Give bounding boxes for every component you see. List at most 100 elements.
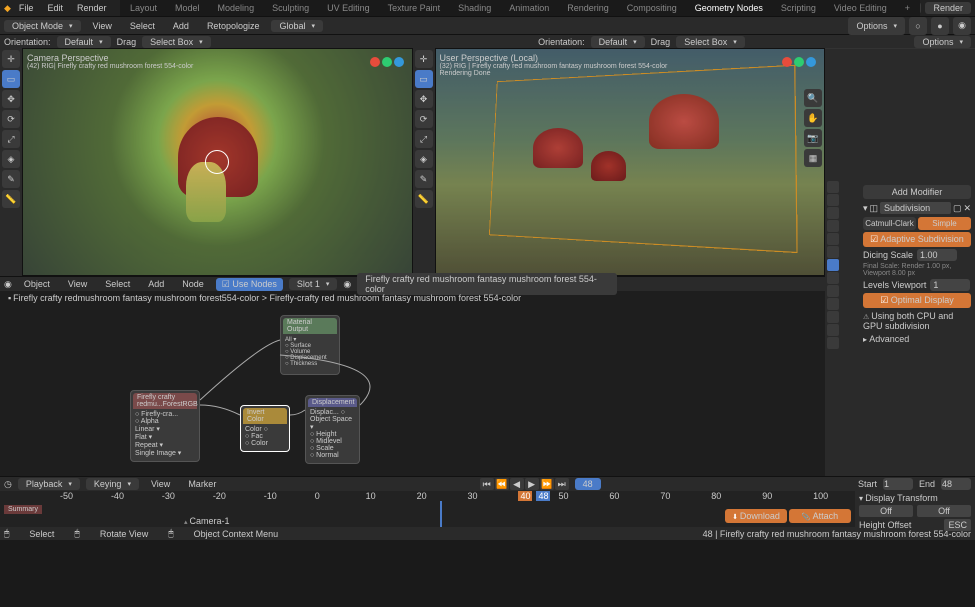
shading-wire-icon[interactable]: ○ xyxy=(909,17,927,35)
node-invert[interactable]: Invert Color Color ○○ Fac○ Color xyxy=(240,405,290,452)
shading-solid-icon[interactable]: ● xyxy=(931,17,949,35)
props-tab-output-icon[interactable] xyxy=(827,194,839,206)
optimal-checkbox[interactable]: ☑ Optimal Display xyxy=(863,293,971,308)
ws-texpaint[interactable]: Texture Paint xyxy=(382,1,447,15)
editor-type-icon[interactable]: ◉ xyxy=(4,279,12,290)
select-tool2-icon[interactable]: ▭ xyxy=(415,70,433,88)
props-tab-physics-icon[interactable] xyxy=(827,285,839,297)
hdr-add[interactable]: Add xyxy=(167,19,195,33)
display-off1[interactable]: Off xyxy=(859,505,913,517)
props-tab-modifier-icon[interactable] xyxy=(827,259,839,271)
props-tab-render-icon[interactable] xyxy=(827,181,839,193)
camera-icon[interactable]: 📷 xyxy=(804,129,822,147)
mode-select[interactable]: Object Mode xyxy=(4,20,81,32)
scale-tool2-icon[interactable]: ⤢ xyxy=(415,130,433,148)
node-select[interactable]: Select xyxy=(99,277,136,291)
props-tab-object-icon[interactable] xyxy=(827,246,839,258)
levels-input[interactable] xyxy=(930,279,970,291)
move-tool2-icon[interactable]: ✥ xyxy=(415,90,433,108)
transform-tool-icon[interactable]: ◈ xyxy=(2,150,20,168)
props-tab-data-icon[interactable] xyxy=(827,311,839,323)
node-add[interactable]: Add xyxy=(142,277,170,291)
node-object[interactable]: Object xyxy=(18,277,56,291)
cursor-tool2-icon[interactable]: ✛ xyxy=(415,50,433,68)
props-tab-world-icon[interactable] xyxy=(827,233,839,245)
hdr-object[interactable]: Retopologize xyxy=(201,19,266,33)
tab-catmull[interactable]: Catmull-Clark xyxy=(863,217,916,230)
nav-gizmo2[interactable] xyxy=(782,57,816,67)
ws-geonodes[interactable]: Geometry Nodes xyxy=(689,1,769,15)
options-dropdown2[interactable]: Options xyxy=(914,36,971,48)
transform-global[interactable]: Global xyxy=(271,20,323,32)
render-button[interactable]: Render xyxy=(925,2,971,14)
node-view[interactable]: View xyxy=(62,277,93,291)
playback-menu[interactable]: Playback xyxy=(18,478,80,490)
props-tab-constraint-icon[interactable] xyxy=(827,298,839,310)
display-off2[interactable]: Off xyxy=(917,505,971,517)
ws-layout[interactable]: Layout xyxy=(124,1,163,15)
menu-file[interactable]: File xyxy=(13,1,40,15)
persp-icon[interactable]: ▦ xyxy=(804,149,822,167)
props-tab-view-icon[interactable] xyxy=(827,207,839,219)
props-tab-texture-icon[interactable] xyxy=(827,337,839,349)
orientation-select2[interactable]: Default xyxy=(591,36,645,48)
play-rev-icon[interactable]: ◀ xyxy=(510,478,524,490)
adaptive-checkbox[interactable]: ☑ Adaptive Subdivision xyxy=(863,232,971,247)
node-texcoord[interactable]: Firefly crafty redmu...ForestRGB ○ Firef… xyxy=(130,390,200,462)
options-dropdown[interactable]: Options xyxy=(848,17,905,35)
measure-tool-icon[interactable]: 📏 xyxy=(2,190,20,208)
advanced-toggle[interactable]: ▸ Advanced xyxy=(863,334,971,344)
nav-gizmo[interactable] xyxy=(370,57,404,67)
menu-render[interactable]: Render xyxy=(71,1,113,15)
viewport-right[interactable]: User Perspective (Local) (32) RIG | Fire… xyxy=(435,48,826,276)
end-frame-input[interactable] xyxy=(941,478,971,490)
hdr-view[interactable]: View xyxy=(87,19,118,33)
attach-button[interactable]: 📎 Attach xyxy=(789,509,851,523)
ws-anim[interactable]: Animation xyxy=(503,1,555,15)
timeline-marker[interactable]: Marker xyxy=(182,477,222,491)
ws-script[interactable]: Scripting xyxy=(775,1,822,15)
node-node[interactable]: Node xyxy=(176,277,210,291)
props-tab-material-icon[interactable] xyxy=(827,324,839,336)
ws-sculpt[interactable]: Sculpting xyxy=(266,1,315,15)
ws-add[interactable]: + xyxy=(899,1,916,15)
play-icon[interactable]: ▶ xyxy=(525,478,539,490)
start-frame-input[interactable] xyxy=(883,478,913,490)
transform-tool2-icon[interactable]: ◈ xyxy=(415,150,433,168)
pan-icon[interactable]: ✋ xyxy=(804,109,822,127)
slot-select[interactable]: Slot 1 xyxy=(289,278,338,290)
ws-shading[interactable]: Shading xyxy=(452,1,497,15)
props-tab-scene-icon[interactable] xyxy=(827,220,839,232)
viewport-left[interactable]: Camera Perspective (42) RIG| Firefly cra… xyxy=(22,48,413,276)
props-tab-particle-icon[interactable] xyxy=(827,272,839,284)
modifier-close-icon[interactable]: ✕ xyxy=(963,203,971,214)
jump-start-icon[interactable]: ⏮ xyxy=(480,478,494,490)
orientation-select[interactable]: Default xyxy=(57,36,111,48)
selectbox-dropdown[interactable]: Select Box xyxy=(142,36,211,48)
rotate-tool-icon[interactable]: ⟳ xyxy=(2,110,20,128)
add-modifier-button[interactable]: Add Modifier xyxy=(863,185,971,199)
modifier-name-field[interactable]: Subdivision xyxy=(880,202,951,214)
modifier-view-icon[interactable]: ▢ xyxy=(953,203,962,214)
playhead[interactable] xyxy=(440,501,442,527)
download-button[interactable]: ⬇ Download xyxy=(725,509,787,523)
material-select[interactable]: Firefly crafty red mushroom fantasy mush… xyxy=(357,273,617,295)
jump-end-icon[interactable]: ⏭ xyxy=(555,478,569,490)
ws-model[interactable]: Model xyxy=(169,1,206,15)
node-displacement[interactable]: Displacement Displac... ○Object Space ▾○… xyxy=(305,395,360,464)
timeline-view[interactable]: View xyxy=(145,477,176,491)
ws-comp[interactable]: Compositing xyxy=(621,1,683,15)
shading-render-icon[interactable]: ◉ xyxy=(953,17,971,35)
move-tool-icon[interactable]: ✥ xyxy=(2,90,20,108)
node-principled[interactable]: Material Output All ▾○ Surface○ Volume○ … xyxy=(280,315,340,375)
scale-tool-icon[interactable]: ⤢ xyxy=(2,130,20,148)
hdr-select[interactable]: Select xyxy=(124,19,161,33)
dicing-input[interactable] xyxy=(917,249,957,261)
selectbox-dropdown2[interactable]: Select Box xyxy=(676,36,745,48)
keying-menu[interactable]: Keying xyxy=(86,478,139,490)
summary-row[interactable]: Summary xyxy=(4,505,42,514)
next-key-icon[interactable]: ⏩ xyxy=(540,478,554,490)
select-tool-icon[interactable]: ▭ xyxy=(2,70,20,88)
rotate-tool2-icon[interactable]: ⟳ xyxy=(415,110,433,128)
measure-tool2-icon[interactable]: 📏 xyxy=(415,190,433,208)
